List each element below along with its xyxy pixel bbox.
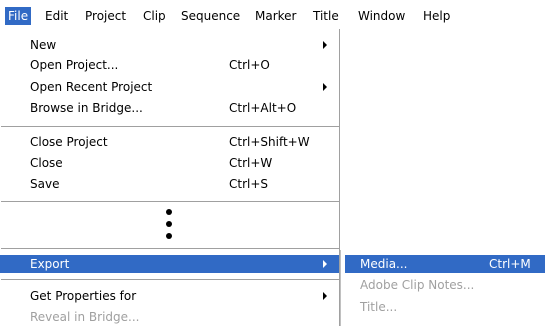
menu-item-shortcut: Ctrl+Shift+W: [229, 135, 310, 149]
menu-item-save[interactable]: Save Ctrl+S: [0, 175, 339, 193]
menu-item-label: Open Project...: [30, 58, 119, 72]
submenu-item-adobe-clip-notes: Adobe Clip Notes...: [345, 276, 545, 294]
submenu-arrow-icon: [323, 260, 327, 268]
menu-clip[interactable]: Clip: [140, 7, 169, 25]
menu-item-open-project[interactable]: Open Project... Ctrl+O: [0, 56, 339, 74]
menu-marker[interactable]: Marker: [252, 7, 299, 25]
submenu-item-media[interactable]: Media... Ctrl+M: [345, 255, 545, 273]
menu-title[interactable]: Title: [310, 7, 342, 25]
menu-item-label: New: [30, 38, 57, 52]
submenu-arrow-icon: [323, 83, 327, 91]
menu-item-label: Browse in Bridge...: [30, 101, 143, 115]
menu-separator: [1, 201, 339, 203]
menu-item-shortcut: Ctrl+W: [229, 156, 273, 170]
menu-item-label: Get Properties for: [30, 289, 137, 303]
menu-item-new[interactable]: New: [0, 36, 339, 54]
menu-window[interactable]: Window: [355, 7, 408, 25]
menu-separator: [1, 279, 339, 281]
menu-item-label: Export: [30, 257, 70, 271]
submenu-item-title: Title...: [345, 298, 545, 316]
menu-item-label: Close: [30, 156, 63, 170]
menu-separator: [1, 126, 339, 128]
menu-item-label: Save: [30, 177, 60, 191]
menu-item-shortcut: Ctrl+Alt+O: [229, 101, 297, 115]
menu-file[interactable]: File: [5, 7, 32, 25]
menu-edit[interactable]: Edit: [42, 7, 71, 25]
menu-separator: [1, 248, 339, 250]
menu-item-browse-in-bridge[interactable]: Browse in Bridge... Ctrl+Alt+O: [0, 99, 339, 117]
menu-item-shortcut: Ctrl+O: [229, 58, 270, 72]
menu-item-shortcut: Ctrl+S: [229, 177, 269, 191]
menu-item-export[interactable]: Export: [0, 255, 339, 273]
submenu-item-label: Media...: [360, 257, 408, 271]
export-submenu: Media... Ctrl+M Adobe Clip Notes... Titl…: [340, 250, 548, 326]
submenu-arrow-icon: [323, 292, 327, 300]
menu-item-close-project[interactable]: Close Project Ctrl+Shift+W: [0, 133, 339, 151]
menu-sequence[interactable]: Sequence: [178, 7, 243, 25]
menu-item-label: Open Recent Project: [30, 80, 153, 94]
submenu-item-shortcut: Ctrl+M: [489, 257, 531, 271]
menu-item-open-recent-project[interactable]: Open Recent Project: [0, 78, 339, 96]
submenu-arrow-icon: [323, 41, 327, 49]
menu-item-get-properties-for[interactable]: Get Properties for: [0, 287, 339, 305]
menu-item-label: Reveal in Bridge...: [30, 310, 140, 324]
menu-item-close[interactable]: Close Ctrl+W: [0, 154, 339, 172]
more-items-ellipsis-icon: [166, 209, 174, 245]
menu-item-label: Close Project: [30, 135, 108, 149]
menu-help[interactable]: Help: [420, 7, 453, 25]
file-menu: New Open Project... Ctrl+O Open Recent P…: [0, 29, 340, 326]
menu-bar: File Edit Project Clip Sequence Marker T…: [0, 0, 548, 29]
menu-item-reveal-in-bridge: Reveal in Bridge...: [0, 308, 339, 326]
menu-project[interactable]: Project: [82, 7, 129, 25]
submenu-item-label: Title...: [360, 300, 398, 314]
submenu-item-label: Adobe Clip Notes...: [360, 278, 475, 292]
